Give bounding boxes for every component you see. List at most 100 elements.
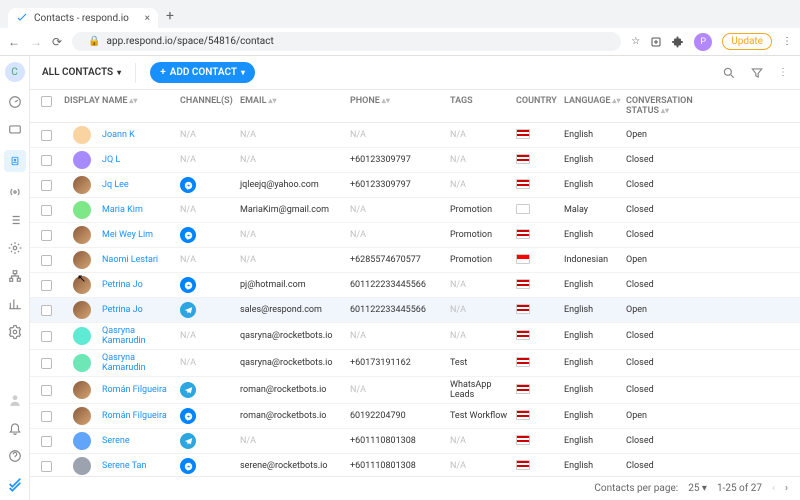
close-icon[interactable]: × <box>145 13 150 24</box>
row-checkbox[interactable] <box>41 436 52 447</box>
row-checkbox[interactable] <box>41 155 52 166</box>
update-button[interactable]: Update <box>722 33 772 50</box>
row-checkbox[interactable] <box>41 280 52 291</box>
row-checkbox[interactable] <box>41 331 52 342</box>
contact-name[interactable]: JQ L <box>102 155 120 165</box>
favicon-icon <box>16 12 28 24</box>
filter-dropdown[interactable]: ALL CONTACTS ▾ <box>42 67 121 78</box>
status: Open <box>626 255 647 265</box>
workspace-badge[interactable]: C <box>5 62 25 82</box>
table-row[interactable]: Román Filgueiraroman@rocketbots.ioN/AWha… <box>30 377 800 404</box>
contact-name[interactable]: Naomi Lestari <box>102 255 158 265</box>
col-name[interactable]: NAME▴▾ <box>102 96 180 116</box>
phone: +6285574670577 <box>350 255 421 265</box>
reports-icon[interactable] <box>7 296 23 312</box>
col-email[interactable]: EMAIL▴▾ <box>240 96 350 116</box>
col-channels[interactable]: CHANNEL(S) <box>180 96 240 116</box>
col-status[interactable]: CONVERSATION STATUS▴▾ <box>626 96 720 116</box>
table-row[interactable]: Qasryna KamarudinN/Aqasryna@rocketbots.i… <box>30 323 800 350</box>
next-page-button[interactable]: › <box>785 483 788 494</box>
more-icon[interactable]: ⋮ <box>778 67 788 78</box>
messages-icon[interactable] <box>7 122 23 138</box>
workflow-icon[interactable] <box>7 240 23 256</box>
list-icon[interactable] <box>7 212 23 228</box>
phone: +60123309797 <box>350 180 411 190</box>
contact-name[interactable]: Román Filgueira <box>102 385 167 395</box>
user-icon[interactable] <box>7 392 23 408</box>
row-checkbox[interactable] <box>41 180 52 191</box>
table-row[interactable]: JQ LN/AN/A+60123309797N/AEnglishClosed <box>30 148 800 173</box>
table-row[interactable]: Petrina Josales@respond.com6011222334455… <box>30 298 800 323</box>
filter-icon[interactable] <box>750 66 764 80</box>
select-all-checkbox[interactable] <box>41 96 52 107</box>
col-phone[interactable]: PHONE▴▾ <box>350 96 450 116</box>
address-bar[interactable]: 🔒 app.respond.io/space/54816/contact <box>72 32 621 51</box>
contact-name[interactable]: Qasryna Kamarudin <box>102 353 146 373</box>
row-checkbox[interactable] <box>41 385 52 396</box>
table-row[interactable]: Román Filgueiraroman@rocketbots.io601922… <box>30 404 800 429</box>
table-row[interactable]: Naomi LestariN/AN/A+6285574670577Promoti… <box>30 248 800 273</box>
row-checkbox[interactable] <box>41 305 52 316</box>
table-row[interactable]: Jq Leejqleejq@yahoo.com+60123309797N/AEn… <box>30 173 800 198</box>
bookmark-icon[interactable]: ☆ <box>631 36 640 47</box>
contact-name[interactable]: Serene Tan <box>102 461 146 471</box>
avatar <box>73 327 91 345</box>
col-language[interactable]: LANGUAGE▴▾ <box>564 96 626 116</box>
row-checkbox[interactable] <box>41 255 52 266</box>
na-text: N/A <box>350 130 366 140</box>
dashboard-icon[interactable] <box>7 94 23 110</box>
settings-icon[interactable] <box>7 324 23 340</box>
language: English <box>564 436 593 446</box>
contact-name[interactable]: Jq Lee <box>102 180 129 190</box>
menu-icon[interactable]: ⋮ <box>782 36 792 47</box>
help-icon[interactable] <box>7 448 23 464</box>
row-checkbox[interactable] <box>41 461 52 472</box>
new-tab-button[interactable]: + <box>158 4 182 28</box>
table-row[interactable]: Serene Tanserene@rocketbots.io+601110801… <box>30 454 800 476</box>
search-icon[interactable] <box>722 66 736 80</box>
row-checkbox[interactable] <box>41 130 52 141</box>
reload-button[interactable]: ⟳ <box>52 35 62 49</box>
na-text: N/A <box>240 255 256 265</box>
row-checkbox[interactable] <box>41 358 52 369</box>
contact-name[interactable]: Maria Kim <box>102 205 143 215</box>
avatar <box>73 354 91 372</box>
col-tags[interactable]: TAGS <box>450 96 516 116</box>
table-row[interactable]: Qasryna KamarudinN/Aqasryna@rocketbots.i… <box>30 350 800 377</box>
table-row[interactable]: Joann KN/AN/AN/AN/AEnglishOpen <box>30 123 800 148</box>
add-contact-button[interactable]: + ADD CONTACT ▾ <box>150 62 255 83</box>
contacts-icon[interactable] <box>4 150 26 172</box>
table-row[interactable]: Maria KimN/AMariaKim@gmail.comN/APromoti… <box>30 198 800 223</box>
contact-name[interactable]: Mei Wey Lim <box>102 230 153 240</box>
contact-name[interactable]: Petrina Jo <box>102 280 143 290</box>
profile-avatar[interactable]: P <box>694 33 712 51</box>
prev-page-button[interactable]: ‹ <box>772 483 775 494</box>
language: English <box>564 385 593 395</box>
telegram-icon <box>180 382 196 398</box>
table-row[interactable]: SereneN/A+601110801308N/AEnglishClosed <box>30 429 800 454</box>
row-checkbox[interactable] <box>41 205 52 216</box>
table-row[interactable]: Petrina Jopj@hotmail.com601122233445566N… <box>30 273 800 298</box>
extensions-icon[interactable] <box>672 36 684 48</box>
row-checkbox[interactable] <box>41 230 52 241</box>
org-icon[interactable] <box>7 268 23 284</box>
share-icon[interactable] <box>650 36 662 48</box>
contact-name[interactable]: Petrina Jo <box>102 305 143 315</box>
na-text: N/A <box>240 436 256 446</box>
contact-name[interactable]: Serene <box>102 436 130 446</box>
page-size-select[interactable]: 25 ▾ <box>688 483 707 494</box>
col-display[interactable]: DISPLAY <box>62 96 102 116</box>
contact-name[interactable]: Qasryna Kamarudin <box>102 326 146 346</box>
contact-name[interactable]: Joann K <box>102 130 135 140</box>
browser-tab[interactable]: Contacts - respond.io × <box>8 8 158 28</box>
messenger-icon <box>180 408 196 424</box>
contact-name[interactable]: Román Filgueira <box>102 411 167 421</box>
notifications-icon[interactable] <box>7 420 23 436</box>
lock-icon: 🔒 <box>88 36 100 47</box>
na-text: N/A <box>180 331 196 341</box>
broadcast-icon[interactable] <box>7 184 23 200</box>
row-checkbox[interactable] <box>41 411 52 422</box>
table-row[interactable]: Mei Wey LimN/AN/APromotionEnglishClosed <box>30 223 800 248</box>
back-button[interactable]: ← <box>8 35 20 49</box>
col-country[interactable]: COUNTRY <box>516 96 564 116</box>
